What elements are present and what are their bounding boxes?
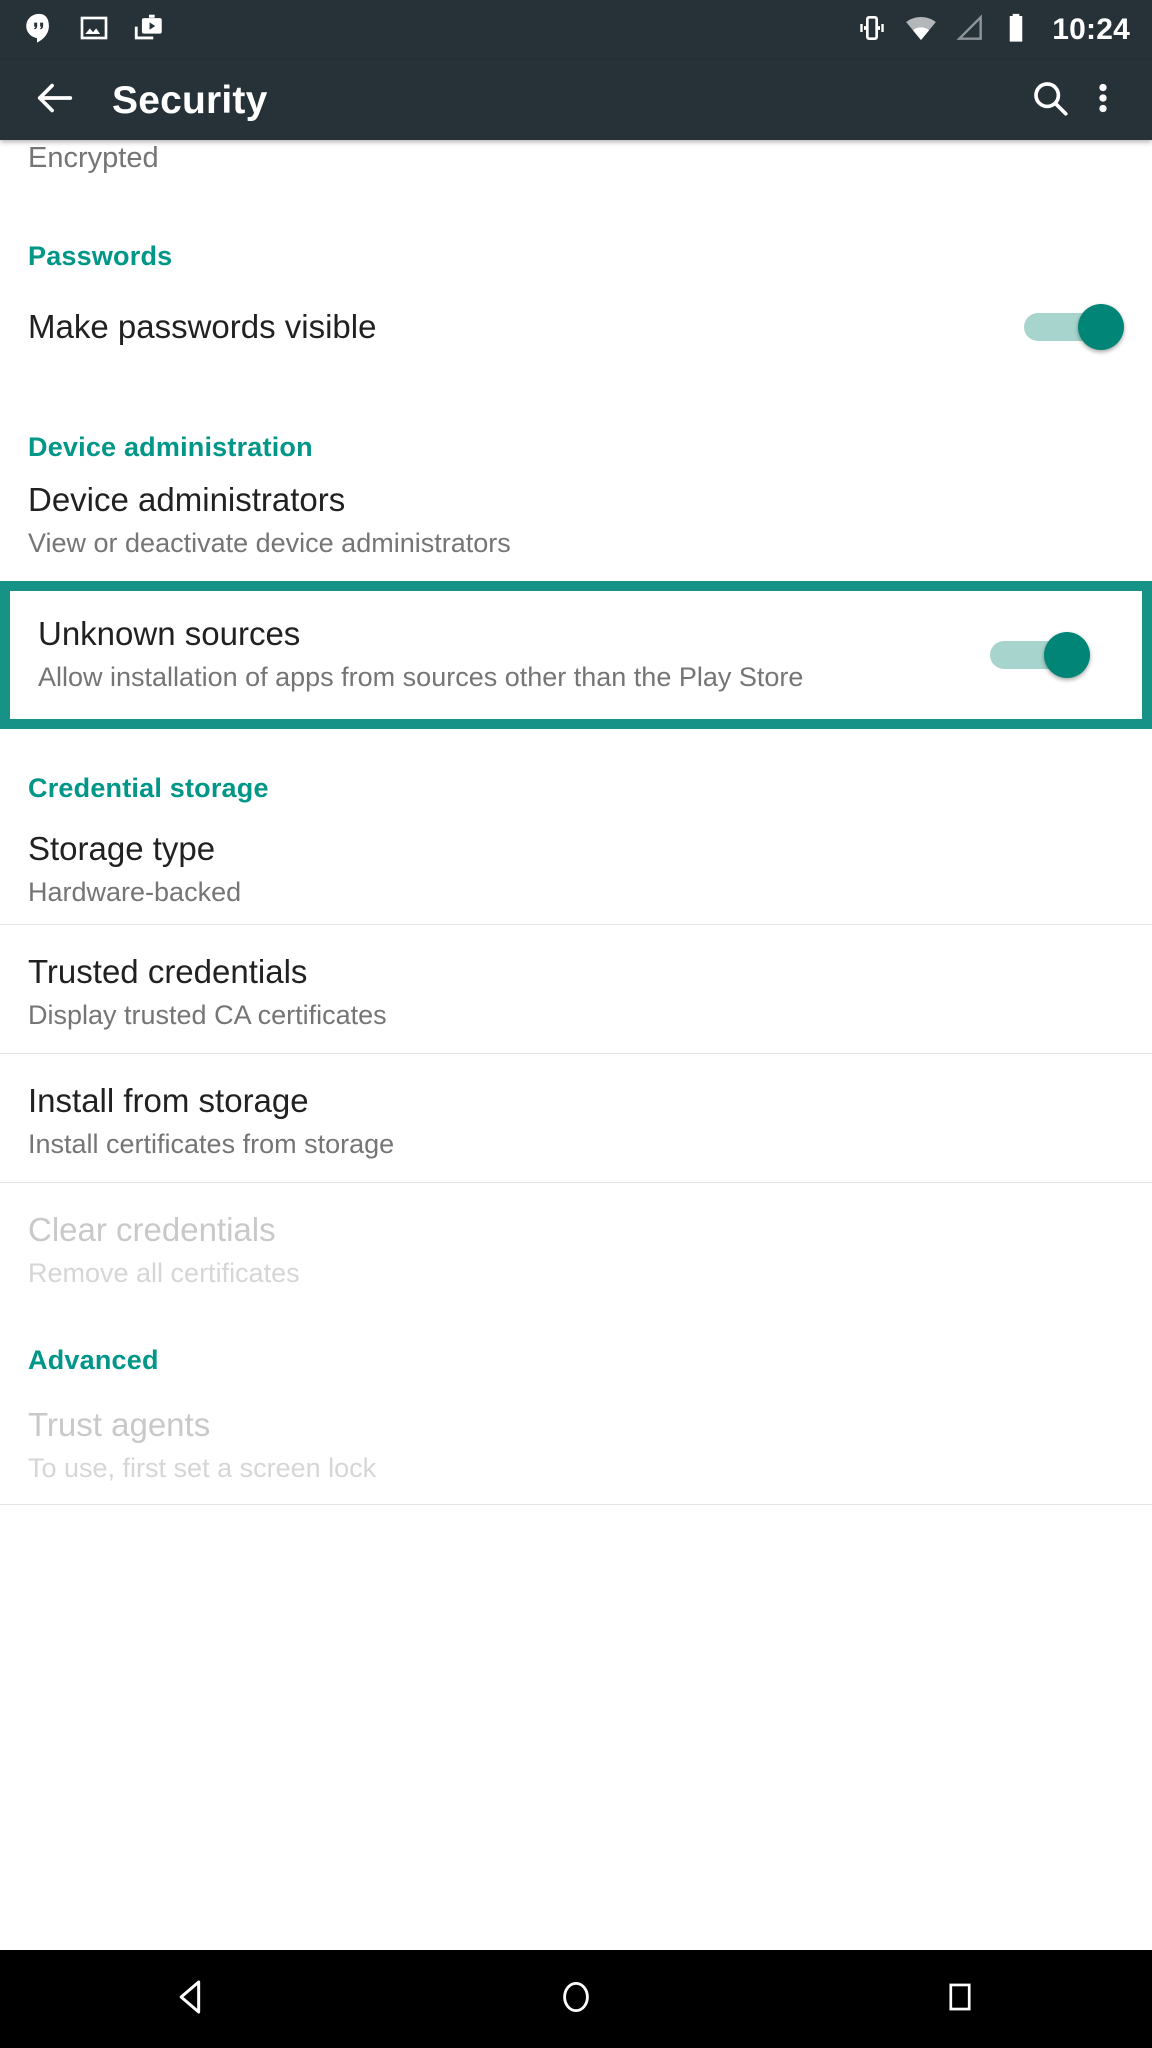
app-bar: Security <box>0 60 1152 140</box>
row-title: Make passwords visible <box>28 307 377 345</box>
row-subtitle: To use, first set a screen lock <box>28 1452 377 1483</box>
row-subtitle: View or deactivate device administrators <box>28 527 511 558</box>
row-subtitle: Display trusted CA certificates <box>28 999 387 1030</box>
row-title: Clear credentials <box>28 1211 276 1248</box>
switch-thumb <box>1078 304 1124 350</box>
navigation-bar <box>0 1950 1152 2048</box>
unknown-sources-highlight: Unknown sources Allow installation of ap… <box>0 581 1152 729</box>
section-header-passwords: Passwords <box>28 241 173 271</box>
switch-thumb <box>1044 632 1090 678</box>
home-nav-icon <box>557 1978 595 2021</box>
row-clear-credentials: Clear credentials Remove all certificate… <box>0 1183 1152 1311</box>
search-button[interactable] <box>1020 70 1080 130</box>
row-subtitle: Remove all certificates <box>28 1257 300 1288</box>
recents-nav-icon <box>943 1980 977 2019</box>
encrypted-subtitle: Encrypted <box>28 142 159 174</box>
status-bar: 10:24 <box>0 0 1152 60</box>
status-clock: 10:24 <box>1052 13 1130 46</box>
nav-home-button[interactable] <box>486 1950 666 2048</box>
row-title: Trusted credentials <box>28 953 308 990</box>
page-title: Security <box>112 78 268 122</box>
row-subtitle: Allow installation of apps from sources … <box>38 662 804 693</box>
row-make-passwords-visible[interactable]: Make passwords visible <box>0 272 1152 382</box>
row-unknown-sources[interactable]: Unknown sources Allow installation of ap… <box>10 591 1142 719</box>
row-device-administrators[interactable]: Device administrators View or deactivate… <box>0 463 1152 581</box>
notification-icons <box>22 11 166 50</box>
row-trusted-credentials[interactable]: Trusted credentials Display trusted CA c… <box>0 925 1152 1053</box>
vibrate-icon <box>856 12 888 49</box>
nav-back-button[interactable] <box>102 1950 282 2048</box>
row-subtitle: Hardware-backed <box>28 876 242 907</box>
section-header-credential-storage: Credential storage <box>28 773 269 803</box>
phone-screen: 10:24 Security Encrypted Passwords Make … <box>0 0 1152 2048</box>
row-title: Trust agents <box>28 1406 211 1443</box>
row-title: Device administrators <box>28 481 346 518</box>
cellular-signal-icon <box>954 12 986 49</box>
settings-list[interactable]: Encrypted Passwords Make passwords visib… <box>0 140 1152 1950</box>
unknown-sources-switch[interactable] <box>990 632 1090 678</box>
system-status-icons: 10:24 <box>856 11 1130 50</box>
hangouts-icon <box>22 11 56 50</box>
row-title: Unknown sources <box>38 615 301 653</box>
section-header-advanced: Advanced <box>28 1345 159 1375</box>
nav-recents-button[interactable] <box>870 1950 1050 2048</box>
battery-icon <box>1002 12 1030 49</box>
section-header-device-administration: Device administration <box>28 432 313 462</box>
back-button[interactable] <box>26 71 84 129</box>
play-media-icon <box>132 11 166 50</box>
photo-icon <box>78 12 110 49</box>
list-divider <box>0 1504 1152 1505</box>
row-title: Install from storage <box>28 1082 309 1119</box>
row-subtitle: Install certificates from storage <box>28 1128 395 1159</box>
overflow-menu-button[interactable] <box>1080 70 1126 130</box>
row-trust-agents: Trust agents To use, first set a screen … <box>0 1376 1152 1504</box>
make-passwords-visible-switch[interactable] <box>1024 304 1124 350</box>
row-storage-type[interactable]: Storage type Hardware-backed <box>0 804 1152 924</box>
overflow-menu-icon <box>1088 77 1118 124</box>
back-nav-icon <box>172 1977 212 2022</box>
back-arrow-icon <box>32 75 78 126</box>
row-install-from-storage[interactable]: Install from storage Install certificate… <box>0 1054 1152 1182</box>
wifi-icon <box>904 11 938 50</box>
row-title: Storage type <box>28 830 216 867</box>
search-icon <box>1029 77 1071 124</box>
